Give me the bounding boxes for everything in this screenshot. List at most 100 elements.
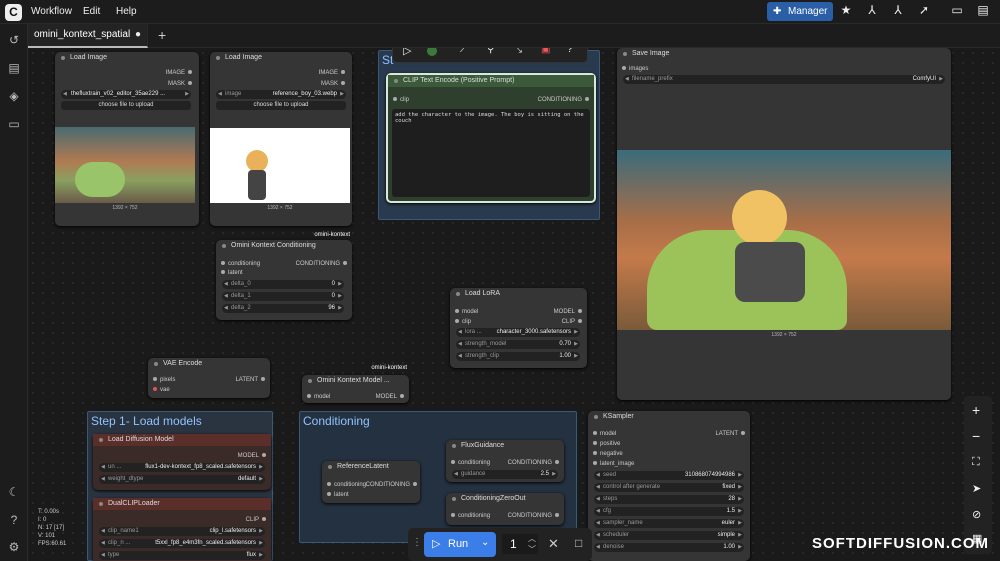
star-icon[interactable]: ★ (838, 3, 854, 17)
output-port[interactable] (400, 394, 404, 398)
strength-model-stepper[interactable]: strength_model0.70 (456, 340, 580, 349)
output-port[interactable] (578, 319, 582, 323)
weight-dtype-select[interactable]: weight_dtypedefault (99, 475, 265, 484)
input-port[interactable] (622, 66, 626, 70)
input-port[interactable] (455, 309, 459, 313)
zoom-in-icon[interactable]: + (972, 402, 980, 418)
cancel-icon[interactable]: ✕ (548, 536, 559, 552)
node-omini-kontext-conditioning[interactable]: Omini Kontext Conditioning conditioning … (216, 240, 352, 320)
image-select[interactable]: thefluxtrain_v02_editor_35ae229 ... (61, 90, 191, 99)
cube-icon[interactable]: ◈ (6, 88, 22, 104)
upload-button[interactable]: choose file to upload (61, 101, 191, 110)
delta-1-stepper[interactable]: delta_10 (222, 292, 344, 301)
node-load-image-2[interactable]: Load Image IMAGE MASK imagereference_boy… (210, 52, 352, 238)
batch-count-input[interactable]: 1 ︿ ﹀ (502, 534, 538, 554)
help-icon[interactable]: ? (567, 48, 573, 55)
sampler-name-select[interactable]: sampler_nameeuler (594, 519, 744, 528)
pointer-icon[interactable]: ➤ (972, 482, 981, 495)
output-port[interactable] (413, 482, 417, 486)
output-port[interactable] (741, 431, 745, 435)
node-vae-encode[interactable]: VAE Encode pixels vae LATENT (148, 358, 270, 398)
graph-canvas[interactable]: Step 1- Load models Conditioning St Load… (28, 48, 1000, 561)
delete-icon[interactable]: ▣ (541, 48, 550, 55)
node-ksampler[interactable]: KSampler model positive negative latent_… (588, 411, 750, 561)
lora-select[interactable]: lora ...character_3000.safetensors (456, 328, 580, 337)
input-port[interactable] (221, 261, 225, 265)
node-load-image-1[interactable]: Load Image IMAGE MASK thefluxtrain_v02_e… (55, 52, 199, 226)
strength-clip-stepper[interactable]: strength_clip1.00 (456, 352, 580, 361)
increment-icon[interactable]: ︿ (528, 533, 536, 544)
seed-stepper[interactable]: seed310868074994986 (594, 471, 744, 480)
theme-moon-icon[interactable]: ☾ (6, 484, 22, 500)
layout-icon[interactable]: ▤ (975, 3, 991, 17)
chevron-down-icon[interactable]: ⌄ (481, 537, 489, 548)
input-port[interactable] (327, 482, 331, 486)
clip-type-select[interactable]: typeflux (99, 551, 265, 560)
input-port[interactable] (593, 451, 597, 455)
node-omini-kontext-model[interactable]: Omini Kontext Model ... model MODEL omin… (302, 365, 409, 403)
fit-view-icon[interactable]: ⛶ (972, 456, 980, 469)
share-icon[interactable]: ➚ (916, 3, 932, 17)
queue-icon[interactable]: ▤ (6, 60, 22, 76)
pin-icon[interactable]: ⚲ (487, 48, 494, 55)
input-port[interactable] (153, 377, 157, 381)
run-button[interactable]: ▷ Run ⌄ (424, 532, 496, 557)
denoise-stepper[interactable]: denoise1.00 (594, 543, 744, 552)
model-library-icon[interactable]: ⅄ (890, 3, 906, 17)
input-port[interactable] (307, 394, 311, 398)
node-dual-clip-loader[interactable]: DualCLIPLoader CLIP clip_name1clip_l.saf… (93, 498, 271, 561)
input-port[interactable] (451, 513, 455, 517)
settings-gear-icon[interactable]: ⚙ (6, 539, 22, 555)
output-port[interactable] (341, 70, 345, 74)
input-port[interactable] (221, 270, 225, 274)
output-port[interactable] (261, 377, 265, 381)
output-port[interactable] (262, 453, 266, 457)
folder-icon[interactable]: ▭ (6, 116, 22, 132)
node-flux-guidance[interactable]: FluxGuidance conditioning CONDITIONING g… (446, 440, 564, 482)
node-reference-latent[interactable]: ReferenceLatent conditioning latent COND… (322, 461, 420, 503)
filename-prefix-field[interactable]: filename_prefixComfyUI (623, 75, 945, 84)
output-port[interactable] (343, 261, 347, 265)
decrement-icon[interactable]: ﹀ (528, 544, 536, 555)
output-port[interactable] (188, 70, 192, 74)
stop-icon[interactable]: □ (575, 536, 582, 550)
output-port[interactable] (188, 81, 192, 85)
scheduler-select[interactable]: schedulersimple (594, 531, 744, 540)
clip-name2-select[interactable]: clip_n ...t5xxl_fp8_e4m3fn_scaled.safete… (99, 539, 265, 548)
new-tab-button[interactable]: + (158, 27, 166, 43)
upload-button[interactable]: choose file to upload (216, 101, 346, 110)
delta-2-stepper[interactable]: delta_296 (222, 304, 344, 313)
input-port[interactable] (153, 387, 157, 391)
output-port[interactable] (341, 81, 345, 85)
control-after-generate-select[interactable]: control after generatefixed (594, 483, 744, 492)
input-port[interactable] (327, 492, 331, 496)
zoom-out-icon[interactable]: − (972, 428, 980, 444)
node-clip-text-encode[interactable]: CLIP Text Encode (Positive Prompt) clip … (386, 73, 596, 203)
input-port[interactable] (455, 319, 459, 323)
fit-icon[interactable]: ⤡ (514, 48, 522, 55)
image-select[interactable]: imagereference_boy_03.webp (216, 90, 346, 99)
input-port[interactable] (593, 431, 597, 435)
output-port[interactable] (578, 309, 582, 313)
hide-links-icon[interactable]: ⊘ (972, 508, 981, 521)
guidance-stepper[interactable]: guidance2.5 (452, 470, 558, 479)
output-port[interactable] (555, 513, 559, 517)
clip-name1-select[interactable]: clip_name1clip_l.safetensors (99, 527, 265, 536)
input-port[interactable] (593, 461, 597, 465)
manager-button[interactable]: ✚ Manager (767, 2, 833, 21)
tab-workflow[interactable]: omini_kontext_spatial ● (28, 24, 148, 48)
node-conditioning-zero-out[interactable]: ConditioningZeroOut conditioning CONDITI… (446, 493, 564, 525)
prompt-textarea[interactable]: add the character to the image. The boy … (392, 109, 590, 197)
input-port[interactable] (593, 441, 597, 445)
unet-select[interactable]: un ...flux1-dev-kontext_fp8_scaled.safet… (99, 463, 265, 472)
play-icon[interactable]: ▷ (403, 48, 411, 57)
output-port[interactable] (262, 517, 266, 521)
help-icon[interactable]: ? (6, 512, 22, 528)
node-library-icon[interactable]: ⅄ (864, 3, 880, 17)
node-load-lora[interactable]: Load LoRA model clip MODEL CLIP lora ...… (450, 288, 587, 368)
cfg-stepper[interactable]: cfg1.5 (594, 507, 744, 516)
menu-edit[interactable]: Edit (83, 6, 100, 17)
input-port[interactable] (451, 460, 455, 464)
comfy-logo-icon[interactable]: C (5, 4, 22, 21)
menu-help[interactable]: Help (116, 6, 137, 17)
